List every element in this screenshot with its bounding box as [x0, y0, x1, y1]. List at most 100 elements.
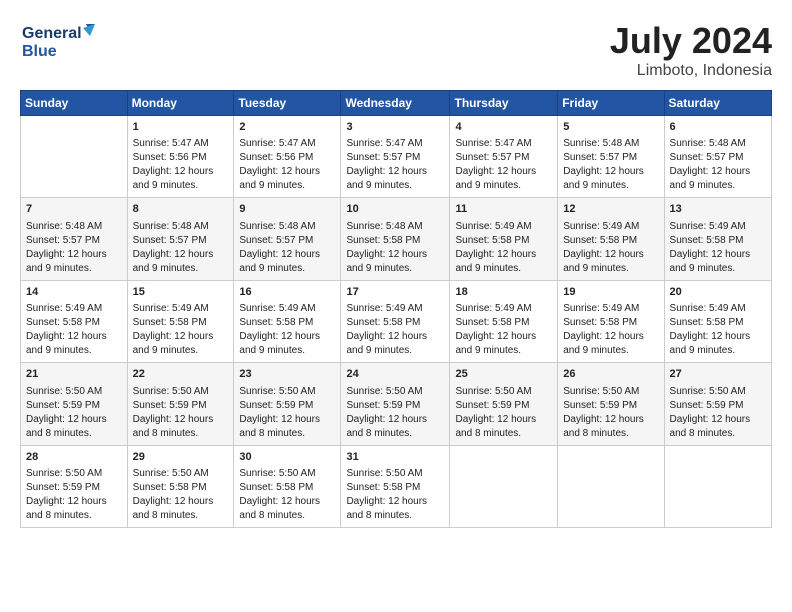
day-content: Sunrise: 5:49 AM Sunset: 5:58 PM Dayligh…	[133, 302, 229, 358]
calendar-cell	[664, 445, 771, 527]
day-number: 3	[346, 120, 444, 135]
col-sunday: Sunday	[21, 91, 128, 116]
day-number: 7	[26, 202, 122, 217]
calendar-cell: 12 Sunrise: 5:49 AM Sunset: 5:58 PM Dayli…	[558, 198, 664, 280]
svg-text:General: General	[22, 25, 82, 42]
calendar-cell: 5 Sunrise: 5:48 AM Sunset: 5:57 PM Daylig…	[558, 116, 664, 198]
day-content: Sunrise: 5:50 AM Sunset: 5:59 PM Dayligh…	[670, 385, 766, 441]
day-number: 20	[670, 285, 766, 300]
day-content: Sunrise: 5:49 AM Sunset: 5:58 PM Dayligh…	[670, 302, 766, 358]
calendar-cell: 20 Sunrise: 5:49 AM Sunset: 5:58 PM Dayli…	[664, 280, 771, 362]
day-content: Sunrise: 5:50 AM Sunset: 5:58 PM Dayligh…	[239, 467, 335, 523]
day-number: 27	[670, 367, 766, 382]
day-content: Sunrise: 5:47 AM Sunset: 5:56 PM Dayligh…	[239, 137, 335, 193]
calendar-cell: 23Sunrise: 5:50 AM Sunset: 5:59 PM Dayli…	[234, 363, 341, 445]
calendar-week-row: 1 Sunrise: 5:47 AM Sunset: 5:56 PM Daylig…	[21, 116, 772, 198]
day-number: 4	[455, 120, 552, 135]
calendar-cell: 19 Sunrise: 5:49 AM Sunset: 5:58 PM Dayli…	[558, 280, 664, 362]
day-content: Sunrise: 5:50 AM Sunset: 5:59 PM Dayligh…	[455, 385, 552, 441]
day-content: Sunrise: 5:47 AM Sunset: 5:56 PM Dayligh…	[133, 137, 229, 193]
col-thursday: Thursday	[450, 91, 558, 116]
day-number: 18	[455, 285, 552, 300]
calendar-cell: 7 Sunrise: 5:48 AM Sunset: 5:57 PM Daylig…	[21, 198, 128, 280]
day-content: Sunrise: 5:49 AM Sunset: 5:58 PM Dayligh…	[670, 220, 766, 276]
day-content: Sunrise: 5:49 AM Sunset: 5:58 PM Dayligh…	[563, 220, 658, 276]
day-content: Sunrise: 5:48 AM Sunset: 5:57 PM Dayligh…	[26, 220, 122, 276]
day-content: Sunrise: 5:48 AM Sunset: 5:57 PM Dayligh…	[133, 220, 229, 276]
header: GeneralBlue July 2024 Limboto, Indonesia	[20, 20, 772, 80]
calendar-cell: 18 Sunrise: 5:49 AM Sunset: 5:58 PM Dayli…	[450, 280, 558, 362]
day-number: 28	[26, 450, 122, 465]
day-number: 12	[563, 202, 658, 217]
logo-svg: GeneralBlue	[20, 20, 110, 65]
calendar-week-row: 7 Sunrise: 5:48 AM Sunset: 5:57 PM Daylig…	[21, 198, 772, 280]
calendar-cell: 13 Sunrise: 5:49 AM Sunset: 5:58 PM Dayli…	[664, 198, 771, 280]
day-number: 1	[133, 120, 229, 135]
day-number: 31	[346, 450, 444, 465]
day-number: 9	[239, 202, 335, 217]
calendar-cell: 26 Sunrise: 5:50 AM Sunset: 5:59 PM Dayli…	[558, 363, 664, 445]
day-number: 30	[239, 450, 335, 465]
calendar-cell: 17 Sunrise: 5:49 AM Sunset: 5:58 PM Dayli…	[341, 280, 450, 362]
calendar-cell: 11Sunrise: 5:49 AM Sunset: 5:58 PM Dayli…	[450, 198, 558, 280]
calendar-week-row: 21 Sunrise: 5:50 AM Sunset: 5:59 PM Dayli…	[21, 363, 772, 445]
calendar-week-row: 14Sunrise: 5:49 AM Sunset: 5:58 PM Dayli…	[21, 280, 772, 362]
calendar-header-row: Sunday Monday Tuesday Wednesday Thursday…	[21, 91, 772, 116]
calendar-cell: 21 Sunrise: 5:50 AM Sunset: 5:59 PM Dayli…	[21, 363, 128, 445]
day-number: 15	[133, 285, 229, 300]
day-content: Sunrise: 5:49 AM Sunset: 5:58 PM Dayligh…	[346, 302, 444, 358]
day-number: 24	[346, 367, 444, 382]
day-content: Sunrise: 5:49 AM Sunset: 5:58 PM Dayligh…	[455, 302, 552, 358]
calendar-week-row: 28 Sunrise: 5:50 AM Sunset: 5:59 PM Dayli…	[21, 445, 772, 527]
day-content: Sunrise: 5:50 AM Sunset: 5:59 PM Dayligh…	[26, 385, 122, 441]
day-number: 11	[455, 202, 552, 217]
day-number: 6	[670, 120, 766, 135]
day-number: 13	[670, 202, 766, 217]
calendar-cell: 22 Sunrise: 5:50 AM Sunset: 5:59 PM Dayli…	[127, 363, 234, 445]
calendar-cell: 31 Sunrise: 5:50 AM Sunset: 5:58 PM Dayli…	[341, 445, 450, 527]
day-content: Sunrise: 5:50 AM Sunset: 5:58 PM Dayligh…	[133, 467, 229, 523]
day-content: Sunrise: 5:50 AM Sunset: 5:59 PM Dayligh…	[133, 385, 229, 441]
day-content: Sunrise: 5:50 AM Sunset: 5:59 PM Dayligh…	[346, 385, 444, 441]
calendar-cell: 30 Sunrise: 5:50 AM Sunset: 5:58 PM Dayli…	[234, 445, 341, 527]
calendar-cell: 28 Sunrise: 5:50 AM Sunset: 5:59 PM Dayli…	[21, 445, 128, 527]
month-title: July 2024	[610, 20, 772, 62]
day-content: Sunrise: 5:50 AM Sunset: 5:58 PM Dayligh…	[346, 467, 444, 523]
day-content: Sunrise: 5:49 AM Sunset: 5:58 PM Dayligh…	[239, 302, 335, 358]
calendar-cell: 29 Sunrise: 5:50 AM Sunset: 5:58 PM Dayli…	[127, 445, 234, 527]
col-wednesday: Wednesday	[341, 91, 450, 116]
day-number: 29	[133, 450, 229, 465]
calendar-cell: 27 Sunrise: 5:50 AM Sunset: 5:59 PM Dayli…	[664, 363, 771, 445]
day-content: Sunrise: 5:50 AM Sunset: 5:59 PM Dayligh…	[239, 385, 335, 441]
calendar-cell: 9 Sunrise: 5:48 AM Sunset: 5:57 PM Daylig…	[234, 198, 341, 280]
calendar-cell: 25Sunrise: 5:50 AM Sunset: 5:59 PM Dayli…	[450, 363, 558, 445]
col-friday: Friday	[558, 91, 664, 116]
day-number: 10	[346, 202, 444, 217]
calendar-cell: 14Sunrise: 5:49 AM Sunset: 5:58 PM Dayli…	[21, 280, 128, 362]
day-content: Sunrise: 5:49 AM Sunset: 5:58 PM Dayligh…	[563, 302, 658, 358]
day-content: Sunrise: 5:48 AM Sunset: 5:58 PM Dayligh…	[346, 220, 444, 276]
day-content: Sunrise: 5:47 AM Sunset: 5:57 PM Dayligh…	[346, 137, 444, 193]
day-content: Sunrise: 5:48 AM Sunset: 5:57 PM Dayligh…	[239, 220, 335, 276]
calendar-cell: 4 Sunrise: 5:47 AM Sunset: 5:57 PM Daylig…	[450, 116, 558, 198]
logo: GeneralBlue	[20, 20, 110, 65]
day-content: Sunrise: 5:50 AM Sunset: 5:59 PM Dayligh…	[26, 467, 122, 523]
calendar-cell	[558, 445, 664, 527]
col-saturday: Saturday	[664, 91, 771, 116]
location: Limboto, Indonesia	[610, 62, 772, 80]
day-number: 19	[563, 285, 658, 300]
calendar-cell: 15 Sunrise: 5:49 AM Sunset: 5:58 PM Dayli…	[127, 280, 234, 362]
day-content: Sunrise: 5:47 AM Sunset: 5:57 PM Dayligh…	[455, 137, 552, 193]
calendar-cell	[21, 116, 128, 198]
calendar-cell: 10 Sunrise: 5:48 AM Sunset: 5:58 PM Dayli…	[341, 198, 450, 280]
day-number: 5	[563, 120, 658, 135]
calendar-cell: 16Sunrise: 5:49 AM Sunset: 5:58 PM Dayli…	[234, 280, 341, 362]
day-content: Sunrise: 5:48 AM Sunset: 5:57 PM Dayligh…	[563, 137, 658, 193]
day-number: 22	[133, 367, 229, 382]
day-number: 21	[26, 367, 122, 382]
day-number: 17	[346, 285, 444, 300]
calendar-cell: 2Sunrise: 5:47 AM Sunset: 5:56 PM Daylig…	[234, 116, 341, 198]
day-number: 26	[563, 367, 658, 382]
day-content: Sunrise: 5:50 AM Sunset: 5:59 PM Dayligh…	[563, 385, 658, 441]
title-block: July 2024 Limboto, Indonesia	[610, 20, 772, 80]
